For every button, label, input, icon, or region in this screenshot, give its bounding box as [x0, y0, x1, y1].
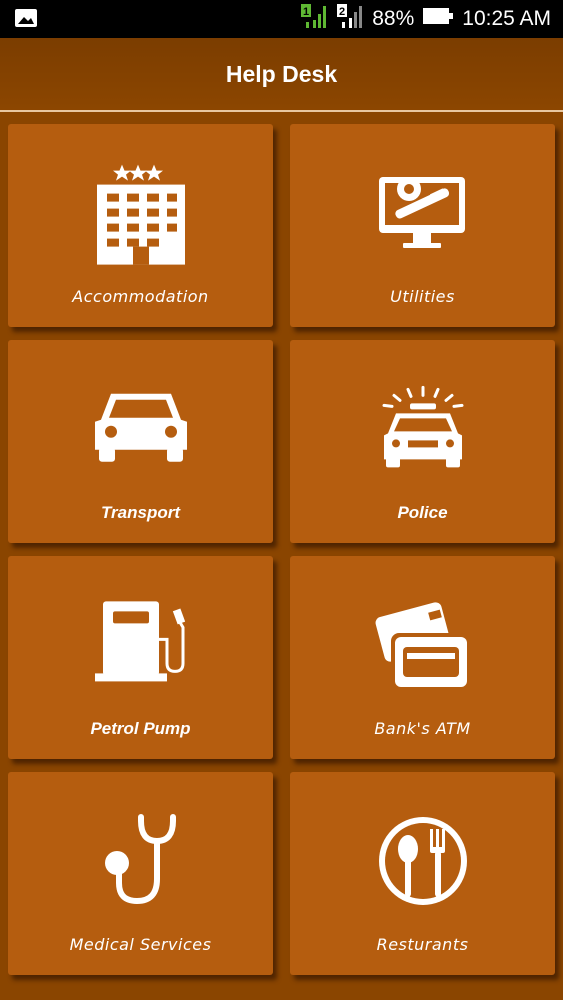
- tile-label: Resturants: [376, 935, 469, 954]
- page-title: Help Desk: [225, 60, 338, 87]
- svg-text:1: 1: [303, 6, 309, 18]
- police-car-icon: [290, 340, 555, 505]
- car-icon: [8, 340, 273, 505]
- tile-resturants[interactable]: Resturants: [290, 772, 555, 975]
- tile-label: Accommodation: [72, 287, 209, 306]
- tile-label: Police: [397, 503, 448, 522]
- tile-transport[interactable]: Transport: [8, 340, 273, 543]
- tile-police[interactable]: Police: [290, 340, 555, 543]
- hotel-icon: [8, 124, 273, 289]
- stethoscope-icon: [8, 772, 273, 937]
- atm-cards-icon: [290, 556, 555, 721]
- tile-petrol-pump[interactable]: Petrol Pump: [8, 556, 273, 759]
- gallery-icon: [14, 8, 38, 33]
- tile-label: Utilities: [390, 287, 455, 306]
- restaurant-icon: [290, 772, 555, 937]
- clock: 10:25 AM: [462, 7, 551, 30]
- app-bar: Help Desk: [0, 38, 563, 112]
- tile-label: Medical Services: [69, 935, 212, 954]
- tile-medical-services[interactable]: Medical Services: [8, 772, 273, 975]
- sim1-signal-icon: 1: [300, 2, 328, 36]
- sim2-signal-icon: 2: [336, 2, 364, 36]
- svg-text:2: 2: [339, 6, 345, 18]
- tile-label: Petrol Pump: [90, 719, 191, 738]
- monitor-tools-icon: [290, 124, 555, 289]
- tile-label: Bank's ATM: [374, 719, 471, 738]
- tile-label: Transport: [100, 503, 181, 522]
- status-bar: 1 2 88% 10:25 AM: [0, 0, 563, 38]
- battery-icon: [422, 6, 454, 32]
- tile-utilities[interactable]: Utilities: [290, 124, 555, 327]
- tile-banks-atm[interactable]: Bank's ATM: [290, 556, 555, 759]
- fuel-pump-icon: [8, 556, 273, 721]
- tile-accommodation[interactable]: Accommodation: [8, 124, 273, 327]
- battery-percent: 88%: [372, 7, 415, 30]
- help-desk-grid: Accommodation Utilities Transport Police…: [0, 112, 563, 1000]
